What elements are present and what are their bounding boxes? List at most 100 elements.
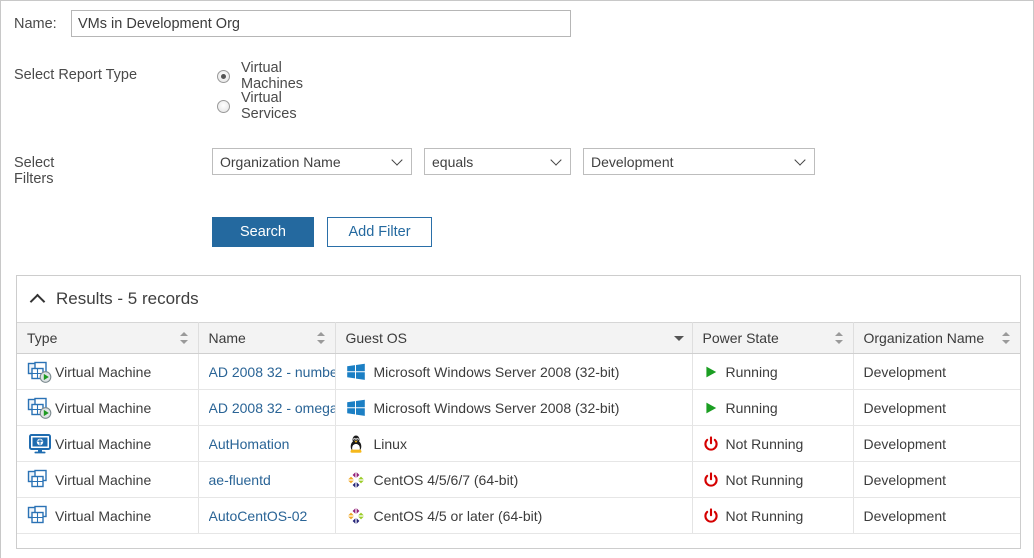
cell-guest-os: Linux — [335, 425, 693, 462]
cell-type: Virtual Machine — [17, 425, 199, 462]
name-label: Name: — [14, 15, 57, 32]
cell-guest-os: CentOS 4/5 or later (64-bit) — [335, 497, 693, 534]
table-row[interactable]: Virtual Machine AD 2008 32 - omega Microso… — [17, 389, 1020, 426]
action-buttons: Search Add Filter — [212, 217, 432, 247]
report-type-radio-group: Virtual Machines Virtual Services — [217, 60, 303, 125]
organization-name-label: Development — [863, 399, 947, 416]
type-label: Virtual Machine — [55, 507, 152, 524]
column-header-type[interactable]: Type — [17, 322, 199, 354]
vm-icon — [27, 469, 53, 491]
column-label-guest-os: Guest OS — [345, 330, 407, 346]
sort-icon[interactable] — [316, 331, 326, 345]
chevron-down-icon — [796, 156, 805, 165]
cell-name: AutoCentOS-02 — [198, 497, 336, 534]
organization-name-label: Development — [863, 363, 947, 380]
cell-organization-name: Development — [853, 425, 1020, 462]
guest-os-label: CentOS 4/5 or later (64-bit) — [373, 507, 543, 524]
linux-penguin-icon — [346, 434, 366, 454]
play-icon — [703, 400, 719, 416]
table-row[interactable]: Virtual Machine AutoCentOS-02 CentOS 4/5 o… — [17, 497, 1020, 534]
radio-icon-virtual-services[interactable] — [217, 99, 230, 113]
cell-power-state: Not Running — [692, 497, 854, 534]
cell-guest-os: Microsoft Windows Server 2008 (32-bit) — [335, 389, 693, 426]
name-row: Name: — [14, 10, 571, 37]
cell-organization-name: Development — [853, 389, 1020, 426]
vm-name-link[interactable]: ae-fluentd — [209, 472, 271, 488]
cell-name: AD 2008 32 - omega — [198, 389, 336, 426]
sort-icon[interactable] — [1002, 331, 1011, 345]
power-off-icon — [703, 507, 719, 524]
filter-field-select[interactable]: Organization Name — [212, 148, 412, 175]
table-row[interactable]: Virtual Machine ae-fluentd CentOS 4/5/6/7 … — [17, 461, 1020, 498]
column-label-type: Type — [27, 330, 58, 346]
add-filter-button[interactable]: Add Filter — [327, 217, 432, 247]
power-off-icon — [703, 471, 719, 488]
column-header-name[interactable]: Name — [198, 322, 336, 354]
vm-name-link[interactable]: AD 2008 32 - numberone — [209, 364, 335, 380]
radio-label-virtual-machines: Virtual Machines — [241, 60, 304, 92]
filter-operator-select[interactable]: equals — [424, 148, 571, 175]
cell-power-state: Running — [692, 353, 854, 390]
cell-name: AD 2008 32 - numberone — [198, 353, 336, 390]
cell-guest-os: Microsoft Windows Server 2008 (32-bit) — [335, 353, 693, 390]
column-header-organization-name[interactable]: Organization Name — [853, 322, 1020, 354]
table-row[interactable]: Virtual Machine AD 2008 32 - numberone Mic… — [17, 353, 1020, 390]
cell-power-state: Running — [692, 389, 854, 426]
filter-value-select[interactable]: Development — [583, 148, 815, 175]
sort-descending-icon[interactable] — [673, 331, 684, 345]
filter-select-group: Organization Name equals Development — [212, 148, 815, 175]
radio-option-virtual-services[interactable]: Virtual Services — [217, 90, 303, 122]
radio-icon-virtual-machines[interactable] — [217, 69, 230, 83]
chevron-up-icon[interactable] — [30, 291, 46, 307]
power-off-icon — [703, 435, 719, 452]
power-state-label: Not Running — [725, 471, 804, 488]
organization-name-label: Development — [863, 435, 947, 452]
guest-os-label: Microsoft Windows Server 2008 (32-bit) — [373, 363, 620, 380]
windows-icon — [346, 362, 366, 382]
sort-icon[interactable] — [834, 331, 844, 345]
chevron-down-icon — [393, 156, 402, 165]
report-type-label: Select Report Type — [14, 67, 138, 83]
search-button[interactable]: Search — [212, 217, 314, 247]
column-header-guest-os[interactable]: Guest OS — [335, 322, 693, 354]
vm-name-link[interactable]: AutoCentOS-02 — [209, 508, 308, 524]
power-state-label: Not Running — [725, 507, 804, 524]
table-row[interactable]: Virtual Machine AutHomation Linux Not Runni… — [17, 425, 1020, 462]
radio-option-virtual-machines[interactable]: Virtual Machines — [217, 60, 303, 92]
cell-type: Virtual Machine — [17, 497, 199, 534]
cell-name: ae-fluentd — [198, 461, 336, 498]
organization-name-label: Development — [863, 471, 947, 488]
type-label: Virtual Machine — [55, 435, 152, 452]
vm-running-icon — [27, 361, 53, 383]
chevron-down-icon — [552, 156, 561, 165]
vm-running-icon — [27, 397, 53, 419]
vm-name-link[interactable]: AutHomation — [209, 436, 290, 452]
power-state-label: Running — [725, 363, 778, 380]
results-header[interactable]: Results - 5 records — [17, 276, 1020, 322]
report-name-input[interactable] — [71, 10, 571, 37]
windows-icon — [346, 398, 366, 418]
vm-icon — [27, 505, 53, 527]
cell-power-state: Not Running — [692, 425, 854, 462]
filter-field-value: Organization Name — [220, 153, 341, 170]
results-title: Results - 5 records — [56, 289, 199, 308]
power-state-label: Running — [725, 399, 778, 416]
centos-icon — [346, 506, 366, 526]
select-filters-label: Select Filters — [14, 155, 55, 187]
column-label-name: Name — [208, 330, 246, 346]
guest-os-label: CentOS 4/5/6/7 (64-bit) — [373, 471, 519, 488]
sort-icon[interactable] — [179, 331, 189, 345]
column-header-power-state[interactable]: Power State — [692, 322, 854, 354]
cell-type: Virtual Machine — [17, 461, 199, 498]
power-state-label: Not Running — [725, 435, 804, 452]
report-builder-page: Name: Select Report Type Virtual Machine… — [0, 0, 1034, 558]
vm-name-link[interactable]: AD 2008 32 - omega — [209, 400, 335, 416]
radio-label-virtual-services: Virtual Services — [241, 90, 297, 122]
cell-type: Virtual Machine — [17, 389, 199, 426]
filter-value-value: Development — [591, 153, 674, 170]
column-label-organization-name: Organization Name — [863, 330, 985, 346]
column-label-power-state: Power State — [702, 330, 779, 346]
organization-name-label: Development — [863, 507, 947, 524]
cell-organization-name: Development — [853, 353, 1020, 390]
filter-operator-value: equals — [432, 153, 474, 170]
